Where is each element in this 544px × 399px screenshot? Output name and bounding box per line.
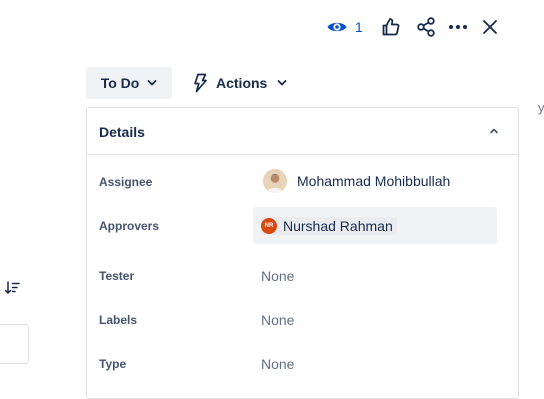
assignee-value[interactable]: Mohammad Mohibbullah xyxy=(263,165,450,197)
details-header[interactable]: Details xyxy=(87,108,518,155)
field-label-type: Type xyxy=(99,357,127,371)
thumbs-up-icon xyxy=(382,18,400,36)
assignee-name: Mohammad Mohibbullah xyxy=(297,173,451,189)
field-row-assignee: Assignee Mohammad Mohibbullah xyxy=(87,163,518,199)
field-label-labels: Labels xyxy=(99,313,138,327)
more-icon xyxy=(449,25,467,29)
status-label: To Do xyxy=(100,75,140,91)
chevron-down-icon xyxy=(277,80,287,86)
type-value[interactable]: None xyxy=(261,356,294,372)
details-panel: Details Assignee Mohammad Mohibbullah Ap… xyxy=(86,107,519,399)
labels-value[interactable]: None xyxy=(261,312,294,328)
approver-chip[interactable]: NR Nurshad Rahman xyxy=(261,217,397,235)
field-row-tester: Tester None xyxy=(87,257,518,293)
sort-icon[interactable] xyxy=(4,281,20,295)
watch-count: 1 xyxy=(355,19,363,35)
chevron-down-icon xyxy=(147,80,157,86)
share-button[interactable] xyxy=(415,16,437,38)
status-dropdown[interactable]: To Do xyxy=(86,67,172,99)
close-icon xyxy=(483,20,497,34)
actions-label: Actions xyxy=(216,75,268,91)
tester-value[interactable]: None xyxy=(261,268,294,284)
eye-icon xyxy=(327,22,347,32)
field-row-labels: Labels None xyxy=(87,301,518,337)
field-label-assignee: Assignee xyxy=(99,175,153,189)
share-icon xyxy=(417,17,435,37)
close-button[interactable] xyxy=(479,16,501,38)
actions-dropdown[interactable]: Actions xyxy=(186,67,293,99)
approver-avatar: NR xyxy=(261,218,277,234)
clipped-edge-text: y xyxy=(538,100,544,115)
approvers-value[interactable]: NR Nurshad Rahman xyxy=(253,207,497,244)
left-panel-input[interactable] xyxy=(0,324,29,364)
chevron-up-icon[interactable] xyxy=(488,125,500,137)
watch-button[interactable]: 1 xyxy=(326,14,363,40)
more-actions-button[interactable] xyxy=(447,16,469,38)
like-button[interactable] xyxy=(380,16,402,38)
field-row-type: Type None xyxy=(87,345,518,381)
approver-name: Nurshad Rahman xyxy=(283,218,393,234)
lightning-icon xyxy=(194,73,207,93)
field-label-approvers: Approvers xyxy=(99,219,160,233)
field-label-tester: Tester xyxy=(99,269,135,283)
avatar xyxy=(263,169,287,193)
field-row-approvers: Approvers NR Nurshad Rahman xyxy=(87,207,518,244)
details-title: Details xyxy=(99,124,145,140)
